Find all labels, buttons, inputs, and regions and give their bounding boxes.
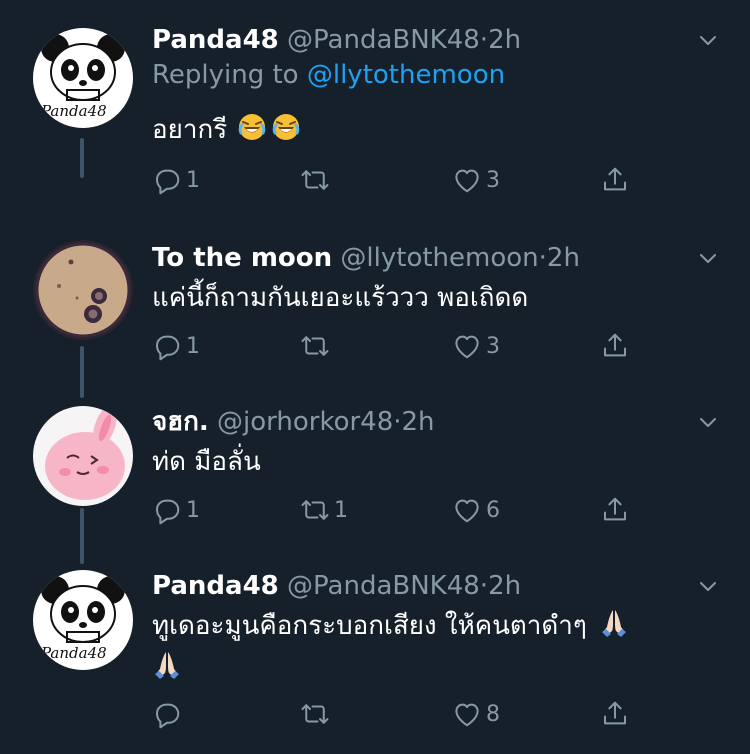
heart-icon (452, 699, 482, 729)
timestamp[interactable]: 2h (547, 243, 580, 273)
display-name[interactable]: Panda48 (152, 25, 279, 55)
heart-icon (452, 331, 482, 361)
share-icon (600, 165, 630, 195)
tweet-text-content: แค่นี้ก็ถามกันเยอะแร้ววว พอเถิดด (152, 283, 529, 313)
share-button[interactable] (600, 492, 630, 528)
reply-count: 1 (186, 167, 200, 193)
handle[interactable]: @jorhorkor48 (217, 407, 393, 437)
avatar-rabbit[interactable] (33, 406, 133, 506)
avatar-panda[interactable]: Panda48 (33, 570, 133, 670)
tweet-text: อยากรี (152, 112, 301, 148)
share-icon (600, 331, 630, 361)
heart-icon (452, 165, 482, 195)
replying-to: Replying to @llytothemoon (152, 60, 505, 90)
like-button[interactable]: 3 (452, 328, 500, 364)
action-bar: 1 3 (152, 328, 652, 364)
display-name[interactable]: จฮก. (152, 407, 209, 437)
share-button[interactable] (600, 328, 630, 364)
like-count: 8 (486, 701, 500, 727)
action-bar: 1 1 6 (152, 492, 652, 528)
separator: · (393, 407, 402, 437)
avatar-caption: Panda48 (41, 644, 107, 662)
reply-count: 1 (186, 333, 200, 359)
retweet-button[interactable] (300, 696, 334, 732)
like-count: 6 (486, 497, 500, 523)
avatar-panda[interactable]: Panda48 (33, 28, 133, 128)
like-button[interactable]: 3 (452, 162, 500, 198)
retweet-icon (300, 165, 330, 195)
tweet-header: Panda48 @PandaBNK48·2h (152, 20, 521, 60)
reply-button[interactable]: 1 (152, 162, 200, 198)
folded-hands-emoji-icon (152, 650, 182, 680)
avatar-moon[interactable] (33, 240, 133, 340)
retweet-button[interactable] (300, 328, 334, 364)
tweet-text: ท่ด มือลั่น (152, 444, 261, 480)
laughing-emoji-icon (271, 112, 301, 142)
tweet-text: แค่นี้ก็ถามกันเยอะแร้ววว พอเถิดด (152, 280, 528, 316)
chevron-down-icon[interactable] (696, 246, 720, 270)
moon-avatar-image (33, 240, 133, 340)
handle[interactable]: @llytothemoon (340, 243, 538, 273)
avatar-caption: Panda48 (41, 102, 107, 120)
heart-icon (452, 495, 482, 525)
like-button[interactable]: 6 (452, 492, 500, 528)
like-count: 3 (486, 167, 500, 193)
folded-hands-emoji-icon (599, 608, 629, 638)
tweet-4[interactable]: Panda48 Panda48 @PandaBNK48·2h ทูเดอะมูน… (0, 566, 750, 746)
action-bar: 8 (152, 696, 652, 732)
like-count: 3 (486, 333, 500, 359)
reply-button[interactable]: 1 (152, 328, 200, 364)
reply-button[interactable]: 1 (152, 492, 200, 528)
reply-button[interactable] (152, 696, 186, 732)
like-button[interactable]: 8 (452, 696, 500, 732)
separator: · (479, 25, 489, 55)
reply-icon (152, 165, 182, 195)
tweet-header: To the moon @llytothemoon·2h (152, 238, 580, 278)
laughing-emoji-icon (237, 112, 267, 142)
reply-icon (152, 699, 182, 729)
tweet-3[interactable]: จฮก. @jorhorkor48·2h ท่ด มือลั่น 1 1 6 (0, 402, 750, 542)
chevron-down-icon[interactable] (696, 574, 720, 598)
retweet-icon (300, 699, 330, 729)
tweet-text: ทูเดอะมูนคือกระบอกเสียง ให้คนตาดำๆ (152, 608, 629, 644)
rabbit-avatar-image (33, 406, 133, 506)
action-bar: 1 3 (152, 162, 652, 198)
reply-icon (152, 495, 182, 525)
tweet-header: จฮก. @jorhorkor48·2h (152, 402, 435, 442)
tweet-text-content: ทูเดอะมูนคือกระบอกเสียง ให้คนตาดำๆ (152, 611, 587, 641)
share-button[interactable] (600, 696, 630, 732)
separator: · (479, 571, 489, 601)
tweet-text-content: ท่ด มือลั่น (152, 447, 261, 477)
tweet-2[interactable]: To the moon @llytothemoon·2h แค่นี้ก็ถาม… (0, 238, 750, 378)
display-name[interactable]: Panda48 (152, 571, 279, 601)
separator: · (538, 243, 547, 273)
tweet-text-content: อยากรี (152, 115, 228, 145)
reply-handle-link[interactable]: @llytothemoon (307, 60, 505, 90)
retweet-button[interactable]: 1 (300, 492, 348, 528)
timestamp[interactable]: 2h (402, 407, 435, 437)
chevron-down-icon[interactable] (696, 28, 720, 52)
retweet-icon (300, 495, 330, 525)
retweet-button[interactable] (300, 162, 334, 198)
reply-count: 1 (186, 497, 200, 523)
timestamp[interactable]: 2h (488, 571, 521, 601)
display-name[interactable]: To the moon (152, 243, 332, 273)
reply-prefix: Replying to (152, 60, 307, 90)
tweet-text-line2 (152, 650, 182, 686)
handle[interactable]: @PandaBNK48 (287, 571, 480, 601)
share-icon (600, 495, 630, 525)
retweet-icon (300, 331, 330, 361)
share-button[interactable] (600, 162, 630, 198)
reply-icon (152, 331, 182, 361)
handle[interactable]: @PandaBNK48 (287, 25, 480, 55)
tweet-header: Panda48 @PandaBNK48·2h (152, 566, 521, 606)
timestamp[interactable]: 2h (488, 25, 521, 55)
share-icon (600, 699, 630, 729)
retweet-count: 1 (334, 497, 348, 523)
chevron-down-icon[interactable] (696, 410, 720, 434)
tweet-1[interactable]: Panda48 Panda48 @PandaBNK48·2h Replying … (0, 20, 750, 210)
